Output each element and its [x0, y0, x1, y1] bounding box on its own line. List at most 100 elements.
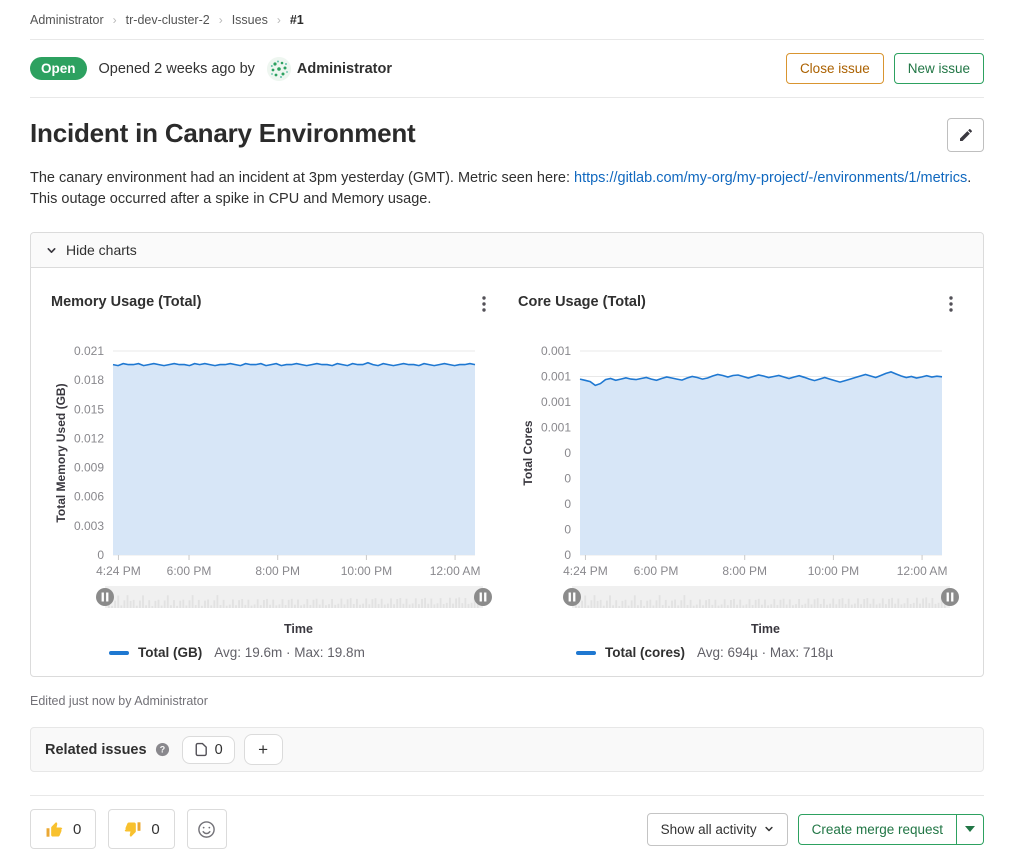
chart-options-button[interactable]	[476, 294, 492, 317]
svg-text:0: 0	[564, 548, 571, 562]
chevron-right-icon: ›	[277, 13, 281, 27]
chart-title-cores: Core Usage (Total)	[518, 294, 646, 310]
chart-legend[interactable]: Total (GB) Avg: 19.6m · Max: 19.8m	[109, 645, 500, 660]
help-icon[interactable]: ?	[155, 742, 170, 757]
chart-title-memory: Memory Usage (Total)	[51, 294, 201, 310]
kebab-vertical-icon	[949, 296, 953, 312]
thumbs-down-count: 0	[151, 821, 159, 838]
svg-text:0.001: 0.001	[541, 395, 571, 409]
legend-series-swatch	[576, 651, 596, 655]
related-issues-count-badge: 0	[182, 736, 235, 764]
legend-series-name: Total (cores)	[605, 645, 685, 660]
metrics-link[interactable]: https://gitlab.com/my-org/my-project/-/e…	[574, 170, 967, 186]
svg-text:Total Memory Used (GB): Total Memory Used (GB)	[54, 383, 68, 522]
svg-text:0: 0	[97, 548, 104, 562]
svg-text:?: ?	[159, 745, 164, 755]
svg-text:6:00 PM: 6:00 PM	[167, 564, 212, 578]
svg-text:0.012: 0.012	[74, 431, 104, 445]
smiley-face-icon	[197, 820, 216, 839]
thumbs-up-button[interactable]: 0	[30, 809, 96, 849]
issue-document-icon	[194, 742, 209, 757]
create-merge-request-button[interactable]: Create merge request	[798, 814, 957, 845]
svg-text:0: 0	[564, 472, 571, 486]
pencil-icon	[958, 127, 974, 143]
thumbs-up-count: 0	[73, 821, 81, 838]
svg-text:0.018: 0.018	[74, 373, 104, 387]
breadcrumb-item-issues[interactable]: Issues	[232, 13, 268, 27]
title-row: Incident in Canary Environment	[30, 98, 984, 158]
slider-handle-right[interactable]	[941, 588, 959, 606]
charts-row: Memory Usage (Total) 0.021 0.018 0.015 0.01…	[31, 268, 983, 676]
legend-series-swatch	[109, 651, 129, 655]
svg-text:12:00 AM: 12:00 AM	[430, 564, 481, 578]
author-name[interactable]: Administrator	[297, 61, 392, 77]
edit-title-button[interactable]	[947, 118, 984, 152]
breadcrumb-item-project[interactable]: tr-dev-cluster-2	[126, 13, 210, 27]
x-axis-title: Time	[518, 622, 967, 636]
thumbs-down-button[interactable]: 0	[108, 809, 174, 849]
issue-status-row: Open Opened 2 weeks ago by Administrator…	[30, 40, 984, 97]
svg-text:12:00 AM: 12:00 AM	[897, 564, 948, 578]
core-usage-chart: 0.001 0.001 0.001 0.001 0 0 0 0 0 Total Cores 4:24…	[518, 343, 962, 615]
activity-filter-dropdown[interactable]: Show all activity	[647, 813, 788, 846]
breadcrumb: Administrator › tr-dev-cluster-2 › Issue…	[30, 0, 984, 39]
svg-text:4:24 PM: 4:24 PM	[96, 564, 141, 578]
create-mr-split-button: Create merge request	[798, 814, 984, 845]
slider-handle-right[interactable]	[474, 588, 492, 606]
thumbs-up-icon	[45, 820, 64, 839]
description-text-line2: This outage occurred after a spike in CP…	[30, 191, 431, 207]
caret-down-icon	[965, 826, 975, 832]
svg-text:0.001: 0.001	[541, 344, 571, 358]
close-issue-button[interactable]: Close issue	[786, 53, 884, 84]
hide-charts-toggle[interactable]: Hide charts	[31, 233, 983, 268]
issue-page: Administrator › tr-dev-cluster-2 › Issue…	[0, 0, 1013, 849]
related-issues-count: 0	[215, 742, 223, 758]
thumbs-down-icon	[123, 820, 142, 839]
svg-text:0.001: 0.001	[541, 421, 571, 435]
svg-text:Total Cores: Total Cores	[521, 420, 535, 485]
svg-text:0.006: 0.006	[74, 490, 104, 504]
edited-note: Edited just now by Administrator	[30, 694, 984, 708]
svg-text:8:00 PM: 8:00 PM	[255, 564, 300, 578]
svg-text:0.003: 0.003	[74, 519, 104, 533]
page-title: Incident in Canary Environment	[30, 118, 416, 149]
svg-text:0.001: 0.001	[541, 370, 571, 384]
svg-text:10:00 PM: 10:00 PM	[808, 564, 859, 578]
svg-text:4:24 PM: 4:24 PM	[563, 564, 608, 578]
chevron-right-icon: ›	[113, 13, 117, 27]
core-usage-panel: Core Usage (Total) 0.0010.0010.0010.0010…	[518, 294, 967, 660]
svg-text:0: 0	[564, 523, 571, 537]
chart-zoom-slider[interactable]	[563, 586, 959, 608]
avatar[interactable]	[267, 57, 291, 81]
slider-handle-left[interactable]	[96, 588, 114, 606]
svg-text:0.009: 0.009	[74, 461, 104, 475]
svg-text:0: 0	[564, 446, 571, 460]
new-issue-button[interactable]: New issue	[894, 53, 984, 84]
legend-series-name: Total (GB)	[138, 645, 202, 660]
chevron-down-icon	[764, 824, 774, 834]
status-badge: Open	[30, 57, 87, 80]
memory-usage-chart: 0.021 0.018 0.015 0.012 0.009 0.006 0.003 0 Tota…	[51, 343, 495, 615]
create-mr-dropdown-toggle[interactable]	[957, 814, 984, 845]
related-issues-card: Related issues ? 0 +	[30, 727, 984, 772]
chart-options-button[interactable]	[943, 294, 959, 317]
chart-zoom-slider[interactable]	[96, 586, 492, 608]
svg-text:0: 0	[564, 497, 571, 511]
chart-legend[interactable]: Total (cores) Avg: 694µ · Max: 718µ	[576, 645, 967, 660]
svg-text:6:00 PM: 6:00 PM	[634, 564, 679, 578]
legend-series-stats: Avg: 694µ · Max: 718µ	[697, 645, 833, 660]
x-axis-title: Time	[51, 622, 500, 636]
svg-text:0.021: 0.021	[74, 344, 104, 358]
svg-text:10:00 PM: 10:00 PM	[341, 564, 392, 578]
svg-text:0.015: 0.015	[74, 402, 104, 416]
opened-text: Opened 2 weeks ago by	[99, 61, 255, 77]
description-text: The canary environment had an incident a…	[30, 170, 574, 186]
chevron-right-icon: ›	[219, 13, 223, 27]
emoji-picker-button[interactable]	[187, 809, 227, 849]
memory-usage-panel: Memory Usage (Total) 0.021 0.018 0.015 0.01…	[51, 294, 500, 660]
hide-charts-label: Hide charts	[66, 242, 137, 258]
add-related-issue-button[interactable]: +	[244, 734, 283, 765]
issue-description: The canary environment had an incident a…	[30, 168, 984, 210]
breadcrumb-item-administrator[interactable]: Administrator	[30, 13, 104, 27]
slider-handle-left[interactable]	[563, 588, 581, 606]
